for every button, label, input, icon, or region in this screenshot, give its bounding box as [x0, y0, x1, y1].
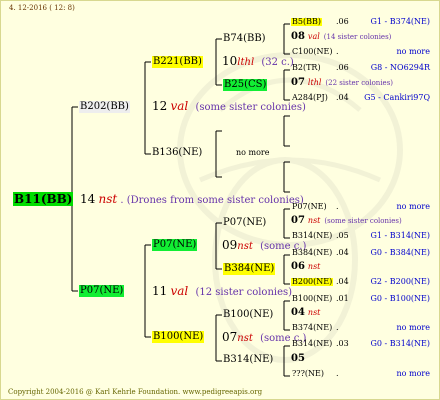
gen5-sire-info-10: 06 nst	[291, 262, 324, 272]
gen4-d-mark: nst	[237, 333, 253, 344]
gen5-queen-5[interactable]: A284(PJ)	[291, 94, 329, 102]
queen-b384-node[interactable]: B384(NE)	[223, 263, 276, 275]
gen4-c-mark: nst	[237, 241, 253, 252]
queen-b11-node[interactable]: B11(BB)	[13, 192, 74, 206]
gen5-ref-9[interactable]: G0 - B384(NE)	[371, 249, 431, 257]
queen-b100-gen3-node[interactable]: B100(NE)	[152, 331, 205, 343]
gen5-queen-6[interactable]: P07(NE)	[291, 203, 328, 211]
gen5-sire-year-10: 06	[291, 261, 305, 272]
gen3-upper-year: 12	[152, 99, 168, 113]
gen5-queen-0[interactable]: B5(BB)	[291, 18, 322, 26]
gen5-year-17: .	[336, 369, 339, 378]
gen5-sire-note-4: (22 sister colonies)	[325, 79, 394, 87]
gen5-sire-info-16: 05	[291, 354, 312, 364]
gen5-year-9: .04	[336, 248, 349, 257]
gen5-sire-note-7: (some sister colonies)	[324, 217, 402, 225]
gen5-ref-8[interactable]: G1 - B314(NE)	[371, 232, 431, 240]
gen5-sire-year-13: 04	[291, 307, 305, 318]
queen-b25-node[interactable]: B25(CS)	[223, 79, 268, 91]
queen-b100-gen4-node[interactable]: B100(NE)	[223, 310, 273, 320]
gen5-sire-year-4: 07	[291, 77, 305, 88]
gen5-ref-14[interactable]: no more	[397, 324, 430, 332]
gen4-a-year: 10	[222, 54, 238, 68]
gen3-upper-sire-info: 12 val (some sister colonies)	[152, 100, 306, 113]
queen-b74-node[interactable]: B74(BB)	[223, 34, 266, 44]
gen5-sire-year-7: 07	[291, 215, 305, 226]
queen-b221-node[interactable]: B221(BB)	[152, 56, 203, 68]
gen5-sire-year-16: 05	[291, 353, 305, 364]
gen5-year-8: .05	[336, 231, 349, 240]
gen5-queen-11[interactable]: B200(NE)	[291, 278, 334, 286]
gen5-ref-5[interactable]: G5 - Cankiri97Q	[364, 94, 430, 102]
gen5-sire-mark-13: nst	[307, 308, 321, 317]
queen-p07-node[interactable]: P07(NE)	[79, 285, 125, 297]
footer-copyright: Copyright 2004-2016 @ Karl Kehrle Founda…	[8, 388, 263, 396]
queen-b314-gen4-node[interactable]: B314(NE)	[223, 355, 273, 365]
gen5-ref-12[interactable]: G0 - B100(NE)	[371, 295, 431, 303]
gen5-ref-11[interactable]: G2 - B200(NE)	[371, 278, 431, 286]
gen5-queen-8[interactable]: B314(NE)	[291, 232, 333, 240]
gen4-a-sire-info: 10lthl (32 c.)	[222, 55, 294, 68]
queen-b136-node[interactable]: B136(NE)	[152, 148, 202, 158]
gen4-b-no-more: no more	[236, 148, 270, 157]
gen5-ref-6[interactable]: no more	[397, 203, 430, 211]
gen2-sire-note: . (Drones from some sister colonies)	[120, 195, 304, 206]
gen3-lower-note: (12 sister colonies)	[195, 287, 293, 298]
report-date: 4. 12-2016 ( 12: 8)	[9, 4, 75, 12]
gen5-sire-note-1: (14 sister colonies)	[323, 33, 392, 41]
gen5-year-2: .	[336, 47, 339, 56]
gen5-year-12: .01	[336, 294, 349, 303]
gen5-sire-mark-10: nst	[307, 262, 321, 271]
gen5-ref-3[interactable]: G8 - NO6294R	[371, 64, 430, 72]
gen5-queen-17[interactable]: ???(NE)	[291, 370, 325, 378]
gen5-year-6: .	[336, 202, 339, 211]
gen5-ref-15[interactable]: G0 - B314(NE)	[371, 340, 431, 348]
gen5-year-0: .06	[336, 17, 349, 26]
queen-p07-gen3-node[interactable]: P07(NE)	[152, 239, 198, 251]
gen5-queen-2[interactable]: C100(NE)	[291, 48, 333, 56]
gen5-year-14: .	[336, 323, 339, 332]
gen5-sire-year-1: 08	[291, 31, 305, 42]
gen2-sire-year: 14	[80, 192, 96, 206]
gen5-ref-17[interactable]: no more	[397, 370, 430, 378]
queen-p07-gen4-node[interactable]: P07(NE)	[223, 218, 266, 228]
gen4-a-mark: lthl	[237, 57, 255, 68]
gen5-year-3: .06	[336, 63, 349, 72]
gen5-sire-mark-1: val	[307, 32, 320, 41]
gen2-sire-mark: nst	[98, 192, 118, 206]
gen5-ref-2[interactable]: no more	[397, 48, 430, 56]
gen5-queen-14[interactable]: B374(NE)	[291, 324, 333, 332]
gen3-lower-mark: val	[170, 284, 189, 298]
gen5-year-5: .04	[336, 93, 349, 102]
gen2-sire-info: 14 nst . (Drones from some sister coloni…	[80, 193, 304, 206]
gen5-year-11: .04	[336, 277, 349, 286]
gen4-a-note: (32 c.)	[261, 57, 294, 68]
gen5-sire-info-7: 07 nst (some sister colonies)	[291, 216, 402, 226]
gen5-sire-info-4: 07 lthl (22 sister colonies)	[291, 78, 393, 88]
gen5-queen-12[interactable]: B100(NE)	[291, 295, 333, 303]
gen3-lower-year: 11	[152, 284, 168, 298]
gen4-c-year: 09	[222, 238, 238, 252]
gen5-sire-mark-4: lthl	[307, 78, 322, 87]
gen5-sire-mark-7: nst	[307, 216, 321, 225]
gen3-lower-sire-info: 11 val (12 sister colonies)	[152, 285, 292, 298]
queen-b202-node[interactable]: B202(BB)	[79, 101, 130, 113]
gen5-queen-15[interactable]: B314(NE)	[291, 340, 333, 348]
gen3-upper-note: (some sister colonies)	[195, 102, 306, 113]
gen4-d-year: 07	[222, 330, 238, 344]
gen3-upper-mark: val	[170, 99, 189, 113]
gen5-queen-3[interactable]: B2(TR)	[291, 64, 322, 72]
gen5-sire-info-13: 04 nst	[291, 308, 324, 318]
gen5-ref-0[interactable]: G1 - B374(NE)	[371, 18, 431, 26]
gen5-sire-info-1: 08 val (14 sister colonies)	[291, 32, 391, 42]
gen5-year-15: .03	[336, 339, 349, 348]
gen5-queen-9[interactable]: B384(NE)	[291, 249, 333, 257]
